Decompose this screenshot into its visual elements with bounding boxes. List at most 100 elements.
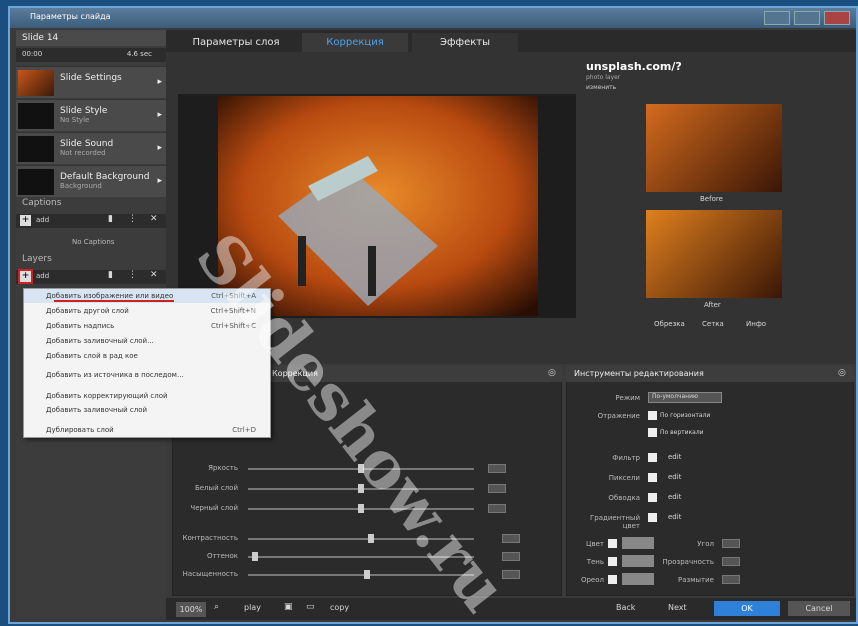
edit-layer-link[interactable]: изменить (586, 84, 616, 91)
menu-item[interactable]: Добавить другой слой (46, 307, 129, 315)
sidebar-item-background[interactable]: Default Background Background ▸ (16, 165, 166, 197)
slide-thumbnail (18, 70, 54, 96)
slider-label: Белый слой (194, 484, 238, 492)
pixels-checkbox[interactable] (648, 473, 657, 482)
add-caption-icon[interactable]: + (20, 215, 31, 226)
edit-panel-title: Инструменты редактирования (574, 369, 704, 378)
tools-icon[interactable]: ✕ (150, 214, 158, 224)
add-layer-label: add (36, 272, 50, 280)
captions-empty: No Captions (72, 238, 115, 246)
shadow-label: Тень (586, 558, 604, 566)
background-thumbnail (18, 169, 54, 195)
time-start: 00:00 (22, 50, 43, 58)
info-tool[interactable]: Инфо (746, 320, 766, 328)
reflect-h-checkbox[interactable] (648, 411, 657, 420)
black-value[interactable] (488, 504, 506, 513)
pixels-edit[interactable]: edit (668, 473, 681, 481)
sidebar-item-sub: Background (60, 182, 102, 190)
layer-sub: photo layer (586, 74, 621, 81)
edit-row-label: Фильтр (612, 454, 640, 462)
reflect-v-checkbox[interactable] (648, 428, 657, 437)
brightness-value[interactable] (488, 464, 506, 473)
menu-dots-icon[interactable]: ⋮ (128, 214, 137, 224)
tab-correction[interactable]: Коррекция (302, 33, 408, 52)
outline-edit[interactable]: edit (668, 493, 681, 501)
window-title: Параметры слайда (30, 12, 111, 21)
maximize-button[interactable] (794, 11, 820, 25)
color-checkbox[interactable] (608, 539, 617, 548)
menu-item[interactable]: Добавить изображение или видео (46, 292, 173, 300)
captions-toolbar: + add ▮ ⋮ ✕ (16, 214, 166, 228)
zoom-field[interactable]: 100% (176, 602, 206, 617)
menu-item[interactable]: Добавить заливочный слой... (46, 337, 154, 345)
collapse-icon[interactable]: ◎ (548, 368, 556, 378)
contrast-value[interactable] (502, 534, 520, 543)
slide-timeline: 00:00 4.6 sec (16, 48, 166, 62)
angle-label: Угол (697, 540, 714, 548)
sidebar-item-label: Slide Sound (60, 139, 114, 149)
play-button[interactable]: play (244, 603, 261, 612)
search-icon[interactable]: ⌕ (214, 602, 219, 612)
edit-row-label: Обводка (608, 494, 640, 502)
cancel-button[interactable]: Cancel (788, 601, 850, 616)
white-value[interactable] (488, 484, 506, 493)
filter-checkbox[interactable] (648, 453, 657, 462)
close-button[interactable] (824, 11, 850, 25)
back-button[interactable]: Back (616, 603, 635, 612)
reflect-v-label: По вертикали (660, 429, 704, 436)
menu-item[interactable]: Добавить надпись (46, 322, 114, 330)
edit-row-label: Градиентный цвет (589, 514, 640, 530)
chevron-right-icon: ▸ (157, 110, 162, 120)
color-swatch[interactable] (622, 537, 654, 549)
glow-checkbox[interactable] (608, 575, 617, 584)
sidebar-item-slide-settings[interactable]: Slide Settings ▸ (16, 66, 166, 98)
blur-label: Размытие (678, 576, 714, 584)
blur-value[interactable] (722, 575, 740, 584)
delete-icon[interactable]: ▮ (108, 270, 113, 280)
glow-label: Ореол (580, 576, 604, 584)
menu-dots-icon[interactable]: ⋮ (128, 270, 137, 280)
menu-item[interactable]: Добавить корректирующий слой (46, 392, 168, 400)
menu-item[interactable]: Добавить заливочный слой (46, 406, 147, 414)
sidebar-item-slide-style[interactable]: Slide Style No Style ▸ (16, 99, 166, 131)
before-label: Before (700, 195, 723, 203)
menu-item[interactable]: Добавить из источника в последом... (46, 371, 184, 379)
after-thumbnail (646, 210, 782, 298)
edit-row-label: Пиксели (608, 474, 640, 482)
slider-label: Насыщенность (182, 570, 238, 578)
shadow-checkbox[interactable] (608, 557, 617, 566)
gradient-checkbox[interactable] (648, 513, 657, 522)
crop-tool[interactable]: Обрезка (654, 320, 685, 328)
filter-edit[interactable]: edit (668, 453, 681, 461)
glow-swatch[interactable] (622, 573, 654, 585)
grid-tool[interactable]: Сетка (702, 320, 724, 328)
sidebar-item-sub: No Style (60, 116, 90, 124)
tab-layer-settings[interactable]: Параметры слоя (174, 33, 298, 52)
next-button[interactable]: Next (668, 603, 687, 612)
copy-button[interactable]: copy (330, 603, 349, 612)
add-layer-icon[interactable]: + (18, 269, 33, 284)
collapse-icon[interactable]: ◎ (838, 368, 846, 378)
menu-item[interactable]: Дублировать слой (46, 426, 114, 434)
delete-icon[interactable]: ▮ (108, 214, 113, 224)
tab-effects[interactable]: Эффекты (412, 33, 518, 52)
chevron-right-icon: ▸ (157, 143, 162, 153)
outline-checkbox[interactable] (648, 493, 657, 502)
tools-icon[interactable]: ✕ (150, 270, 158, 280)
minimize-button[interactable] (764, 11, 790, 25)
tab-bar: Параметры слоя Коррекция Эффекты (166, 30, 856, 52)
sidebar-item-sub: Not recorded (60, 149, 106, 157)
layers-toolbar: + add ▮ ⋮ ✕ (16, 269, 166, 284)
captions-label: Captions (22, 198, 62, 208)
shadow-swatch[interactable] (622, 555, 654, 567)
mode-select[interactable]: По-умолчанию (648, 392, 722, 403)
camera-icon[interactable]: ▣ (284, 602, 293, 612)
menu-item[interactable]: Добавить слой в рад кое (46, 352, 138, 360)
ok-button[interactable]: OK (714, 601, 780, 616)
monitor-icon[interactable]: ▭ (306, 602, 315, 612)
sidebar-item-slide-sound[interactable]: Slide Sound Not recorded ▸ (16, 132, 166, 164)
opacity-value[interactable] (722, 557, 740, 566)
angle-value[interactable] (722, 539, 740, 548)
gradient-edit[interactable]: edit (668, 513, 681, 521)
slide-title: Slide 14 (16, 30, 166, 46)
